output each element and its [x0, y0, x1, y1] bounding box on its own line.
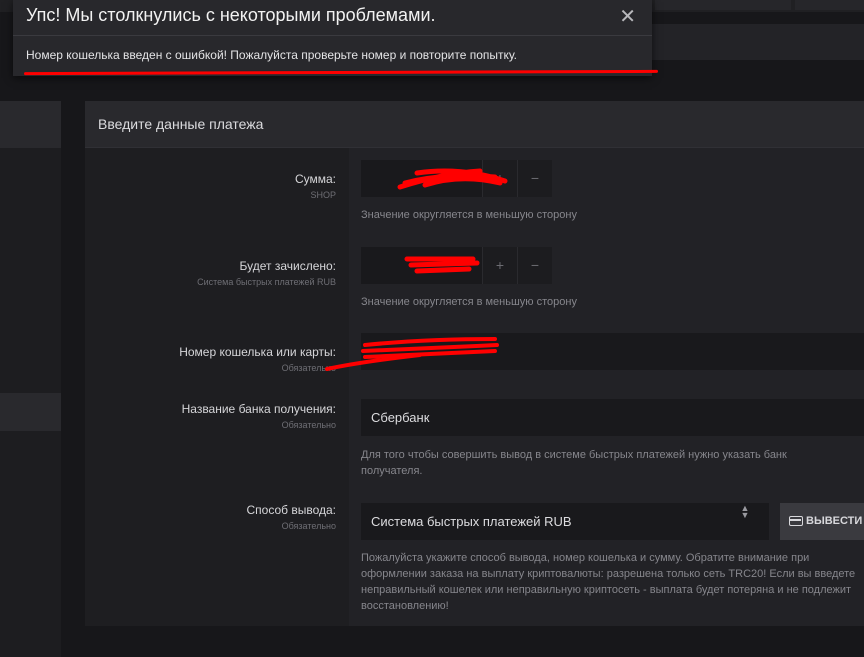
method-select-value: Система быстрых платежей RUB	[371, 514, 572, 529]
wallet-label: Номер кошелька или карты:	[179, 345, 336, 359]
amount-minus-button[interactable]: −	[517, 160, 552, 197]
sidebar-block	[0, 101, 61, 148]
topbar-segment	[795, 0, 864, 10]
topbar-segment	[655, 0, 791, 10]
bank-sublabel: Обязательно	[281, 420, 336, 430]
withdraw-button[interactable]: ВЫВЕСТИ	[780, 503, 864, 540]
method-hint: Пожалуйста укажите способ вывода, номер …	[361, 552, 856, 612]
select-caret-icon: ▲▼	[740, 503, 750, 517]
credited-label: Будет зачислено:	[239, 259, 337, 273]
method-select[interactable]: Система быстрых платежей RUB ▲▼	[361, 503, 769, 540]
method-label: Способ вывода:	[246, 503, 336, 517]
credited-plus-button[interactable]: +	[482, 247, 517, 284]
bank-select-value: Сбербанк	[371, 410, 430, 425]
background-strip	[651, 24, 864, 60]
panel-header: Введите данные платежа	[85, 101, 864, 148]
error-toast: Упс! Мы столкнулись с некоторыми проблем…	[13, 0, 659, 76]
method-sublabel: Обязательно	[281, 521, 336, 531]
panel-title: Введите данные платежа	[98, 116, 264, 132]
amount-sublabel: SHOP	[310, 190, 336, 200]
payment-panel: Введите данные платежа Сумма: SHOP + − З…	[85, 101, 864, 626]
left-sidebar	[0, 101, 61, 657]
toast-title: Упс! Мы столкнулись с некоторыми проблем…	[26, 5, 436, 25]
close-icon[interactable]: ✕	[619, 4, 636, 29]
credited-hint: Значение округляется в меньшую сторону	[361, 296, 577, 308]
credit-card-icon	[789, 516, 803, 526]
bank-hint: Для того чтобы совершить вывод в системе…	[361, 449, 787, 477]
red-underline-annotation	[23, 69, 659, 76]
withdraw-button-label: ВЫВЕСТИ	[806, 515, 863, 527]
redaction-scribble	[404, 256, 480, 274]
toast-message: Номер кошелька введен с ошибкой! Пожалуй…	[26, 48, 518, 62]
bank-select[interactable]: Сбербанк	[361, 399, 864, 436]
redaction-scribble	[397, 168, 508, 190]
bank-label: Название банка получения:	[181, 402, 336, 416]
credited-minus-button[interactable]: −	[517, 247, 552, 284]
credited-sublabel: Система быстрых платежей RUB	[197, 277, 336, 287]
amount-hint: Значение округляется в меньшую сторону	[361, 209, 577, 221]
amount-label: Сумма:	[294, 172, 336, 186]
redaction-scribble	[325, 337, 499, 371]
sidebar-block	[0, 393, 61, 431]
divider	[13, 35, 652, 36]
